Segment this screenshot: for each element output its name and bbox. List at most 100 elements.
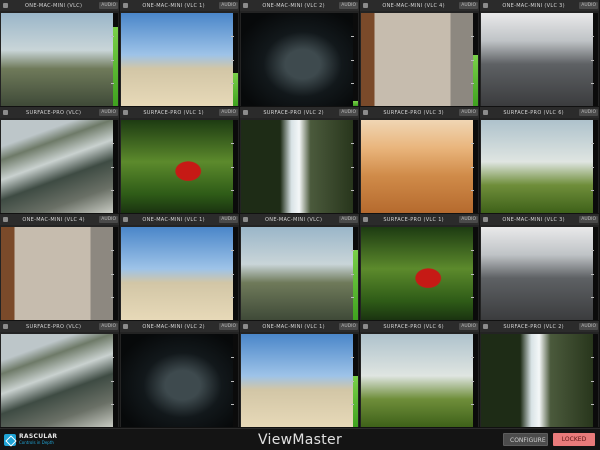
video-tile[interactable]: SURFACE-PRO (VLC 2) AUDIO [240, 107, 360, 214]
video-preview[interactable] [121, 120, 233, 213]
audio-badge[interactable]: AUDIO [339, 323, 358, 330]
video-preview[interactable] [361, 13, 473, 106]
tile-source-label: SURFACE-PRO (VLC 1) [383, 216, 444, 223]
audio-badge[interactable]: AUDIO [459, 109, 478, 116]
video-tile[interactable]: SURFACE-PRO (VLC) AUDIO [0, 321, 120, 428]
configure-button[interactable]: CONFIGURE [503, 433, 548, 446]
meter-tick [111, 36, 114, 38]
video-preview[interactable] [361, 120, 473, 213]
meter-tick [111, 296, 114, 298]
video-preview[interactable] [481, 334, 593, 427]
audio-badge[interactable]: AUDIO [579, 216, 598, 223]
video-frame-mountains [121, 227, 233, 320]
meter-tick [471, 273, 474, 275]
audio-level-meter [351, 13, 358, 106]
audio-badge[interactable]: AUDIO [99, 323, 118, 330]
audio-level-meter [231, 334, 238, 427]
audio-level-meter [351, 227, 358, 320]
meter-tick [231, 250, 234, 252]
meter-tick [591, 166, 594, 168]
video-frame-bird [241, 13, 353, 106]
meter-tick [231, 166, 234, 168]
audio-badge[interactable]: AUDIO [99, 2, 118, 9]
video-preview[interactable] [1, 227, 113, 320]
video-tile[interactable]: ONE-MAC-MINI (VLC 3) AUDIO [480, 0, 600, 107]
video-preview[interactable] [241, 227, 353, 320]
audio-level-fill [233, 73, 238, 106]
audio-badge[interactable]: AUDIO [579, 323, 598, 330]
audio-badge[interactable]: AUDIO [99, 109, 118, 116]
video-preview[interactable] [481, 13, 593, 106]
video-frame-waterfall [241, 120, 353, 213]
video-tile[interactable]: SURFACE-PRO (VLC 1) AUDIO [360, 214, 480, 321]
audio-badge[interactable]: AUDIO [459, 323, 478, 330]
video-tile[interactable]: SURFACE-PRO (VLC 2) AUDIO [480, 321, 600, 428]
video-tile[interactable]: SURFACE-PRO (VLC 6) AUDIO [360, 321, 480, 428]
meter-tick [591, 59, 594, 61]
video-tile[interactable]: SURFACE-PRO (VLC 3) AUDIO [360, 107, 480, 214]
meter-tick [351, 166, 354, 168]
audio-level-meter [111, 334, 118, 427]
audio-badge[interactable]: AUDIO [219, 2, 238, 9]
video-tile[interactable]: ONE-MAC-MINI (VLC 3) AUDIO [480, 214, 600, 321]
video-preview[interactable] [121, 334, 233, 427]
video-tile[interactable]: SURFACE-PRO (VLC 6) AUDIO [480, 107, 600, 214]
audio-badge[interactable]: AUDIO [459, 2, 478, 9]
video-preview[interactable] [121, 227, 233, 320]
video-frame-parrot [361, 227, 473, 320]
audio-badge[interactable]: AUDIO [219, 216, 238, 223]
tile-header: SURFACE-PRO (VLC 1) AUDIO [360, 214, 479, 225]
meter-tick [351, 250, 354, 252]
audio-badge[interactable]: AUDIO [339, 2, 358, 9]
tile-header: ONE-MAC-MINI (VLC) AUDIO [240, 214, 359, 225]
audio-level-fill [353, 250, 358, 320]
audio-badge[interactable]: AUDIO [579, 2, 598, 9]
video-tile[interactable]: ONE-MAC-MINI (VLC 1) AUDIO [240, 321, 360, 428]
video-frame-parrot [121, 120, 233, 213]
video-preview[interactable] [481, 120, 593, 213]
video-tile[interactable]: SURFACE-PRO (VLC) AUDIO [0, 107, 120, 214]
video-preview[interactable] [481, 227, 593, 320]
video-tile[interactable]: ONE-MAC-MINI (VLC) AUDIO [0, 0, 120, 107]
meter-tick [471, 357, 474, 359]
video-preview[interactable] [1, 13, 113, 106]
video-preview[interactable] [241, 120, 353, 213]
audio-level-meter [231, 120, 238, 213]
video-preview[interactable] [241, 334, 353, 427]
meter-tick [471, 143, 474, 145]
video-preview[interactable] [241, 13, 353, 106]
meter-tick [231, 59, 234, 61]
video-preview[interactable] [361, 334, 473, 427]
locked-button[interactable]: LOCKED [553, 433, 595, 446]
video-preview[interactable] [1, 334, 113, 427]
video-tile[interactable]: ONE-MAC-MINI (VLC 2) AUDIO [240, 0, 360, 107]
video-tile[interactable]: ONE-MAC-MINI (VLC 1) AUDIO [120, 0, 240, 107]
meter-tick [231, 296, 234, 298]
audio-badge[interactable]: AUDIO [579, 109, 598, 116]
audio-level-meter [591, 227, 598, 320]
video-preview[interactable] [361, 227, 473, 320]
video-preview[interactable] [1, 120, 113, 213]
tile-header: SURFACE-PRO (VLC 2) AUDIO [240, 107, 359, 118]
meter-tick [351, 143, 354, 145]
audio-badge[interactable]: AUDIO [339, 109, 358, 116]
video-tile[interactable]: ONE-MAC-MINI (VLC 1) AUDIO [120, 214, 240, 321]
meter-tick [591, 189, 594, 191]
tile-source-label: ONE-MAC-MINI (VLC 3) [502, 216, 565, 223]
audio-level-meter [591, 13, 598, 106]
meter-tick [111, 166, 114, 168]
meter-tick [471, 250, 474, 252]
video-tile[interactable]: ONE-MAC-MINI (VLC) AUDIO [240, 214, 360, 321]
audio-badge[interactable]: AUDIO [219, 323, 238, 330]
video-preview[interactable] [121, 13, 233, 106]
video-frame-beach [361, 120, 473, 213]
video-tile[interactable]: ONE-MAC-MINI (VLC 2) AUDIO [120, 321, 240, 428]
audio-badge[interactable]: AUDIO [219, 109, 238, 116]
audio-badge[interactable]: AUDIO [459, 216, 478, 223]
video-tile[interactable]: ONE-MAC-MINI (VLC 4) AUDIO [0, 214, 120, 321]
video-tile[interactable]: SURFACE-PRO (VLC 1) AUDIO [120, 107, 240, 214]
video-frame-car-wall [1, 227, 113, 320]
video-tile[interactable]: ONE-MAC-MINI (VLC 4) AUDIO [360, 0, 480, 107]
audio-badge[interactable]: AUDIO [339, 216, 358, 223]
audio-badge[interactable]: AUDIO [99, 216, 118, 223]
